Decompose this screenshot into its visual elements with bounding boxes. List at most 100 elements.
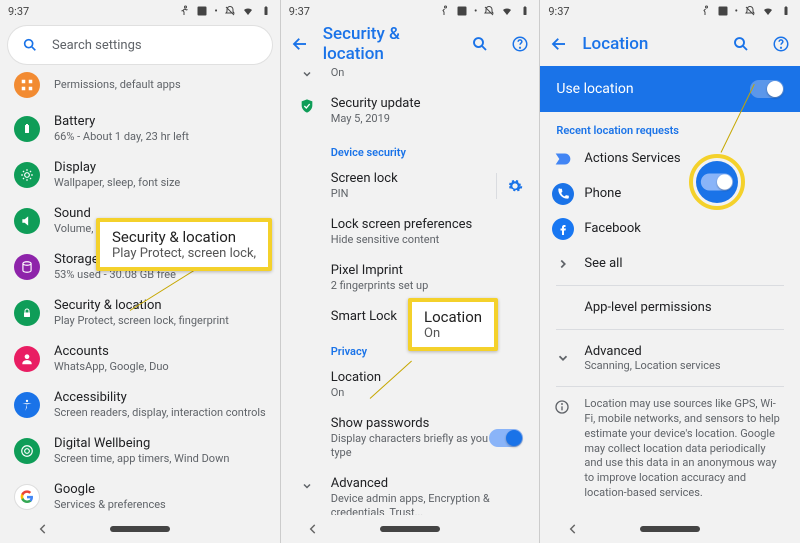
statusbar: 9:37 •: [540, 0, 800, 22]
item-title: Actions Services: [584, 151, 680, 166]
row-sub: 53% used - 30.08 GB free: [54, 268, 176, 282]
dnd-icon: [744, 5, 756, 17]
nav-back-icon[interactable]: [306, 522, 320, 536]
use-location-toggle[interactable]: [750, 80, 784, 98]
settings-row-accounts[interactable]: Accounts WhatsApp, Google, Duo: [0, 336, 280, 382]
battery-row-icon: [14, 116, 40, 142]
row-sub: WhatsApp, Google, Duo: [54, 360, 169, 374]
item-title: Pixel Imprint: [331, 263, 524, 279]
phone-icon: [552, 183, 574, 205]
recent-actions-services[interactable]: Actions Services: [540, 141, 800, 176]
search-icon[interactable]: [732, 35, 750, 53]
use-location-bar[interactable]: Use location: [540, 66, 800, 112]
location-list: Recent location requests Actions Service…: [540, 112, 800, 515]
row-sub: 66% - About 1 day, 23 hr left: [54, 130, 189, 144]
chevron-down-icon: [301, 480, 313, 492]
item-sub: PIN: [331, 187, 497, 201]
app-level-permissions[interactable]: App-level permissions: [540, 290, 800, 325]
wifi-icon: [242, 5, 254, 17]
recent-facebook[interactable]: Facebook: [540, 211, 800, 246]
search-icon[interactable]: [471, 35, 489, 53]
item-smart-lock[interactable]: Smart Lock: [281, 301, 540, 333]
item-show-passwords[interactable]: Show passwords Display characters briefl…: [281, 408, 540, 468]
notif-dot-icon: •: [735, 6, 738, 17]
item-screen-lock[interactable]: Screen lock PIN: [281, 163, 540, 209]
item-title: App-level permissions: [584, 300, 711, 315]
item-advanced[interactable]: Advanced Device admin apps, Encryption &…: [281, 468, 540, 515]
settings-row-security[interactable]: Security & location Play Protect, screen…: [0, 290, 280, 336]
navbar: [0, 515, 280, 543]
nav-home-pill[interactable]: [110, 526, 170, 532]
wifi-icon: [501, 5, 513, 17]
nav-back-icon[interactable]: [36, 522, 50, 536]
item-security-update[interactable]: Security update May 5, 2019: [281, 88, 540, 134]
section-privacy: Privacy: [281, 333, 540, 362]
search-settings[interactable]: Search settings: [8, 26, 272, 64]
row-title: Digital Wellbeing: [54, 436, 229, 452]
row-title: Accessibility: [54, 390, 266, 406]
dnd-icon: [483, 5, 495, 17]
location-info-text: Location may use sources like GPS, Wi-Fi…: [540, 391, 800, 507]
item-location[interactable]: Location On: [281, 362, 540, 408]
item-sub: May 5, 2019: [331, 112, 524, 126]
settings-row-wellbeing[interactable]: Digital Wellbeing Screen time, app timer…: [0, 428, 280, 474]
item-title: Screen lock: [331, 171, 497, 187]
settings-row-battery[interactable]: Battery 66% - About 1 day, 23 hr left: [0, 106, 280, 152]
row-title: Sound: [54, 206, 114, 222]
running-icon: [699, 5, 711, 17]
row-sub: Permissions, default apps: [54, 78, 181, 92]
help-icon[interactable]: [511, 35, 529, 53]
item-title: See all: [584, 256, 622, 271]
row-title: Storage: [54, 252, 176, 268]
screen-location: 9:37 • Location Use location Recent loca…: [540, 0, 800, 543]
shield-check-icon: [299, 98, 315, 114]
item-previous[interactable]: On: [281, 66, 540, 88]
battery-icon: [519, 5, 531, 17]
appbar: Location: [540, 22, 800, 66]
back-icon[interactable]: [291, 35, 309, 53]
item-advanced[interactable]: Advanced Scanning, Location services: [540, 334, 800, 382]
appbar-title: Location: [582, 34, 718, 54]
dnd-icon: [224, 5, 236, 17]
item-sub: Display characters briefly as you type: [331, 432, 490, 460]
nav-back-icon[interactable]: [566, 522, 580, 536]
appbar-title: Security & location: [323, 24, 458, 64]
storage-icon: [14, 254, 40, 280]
use-location-label: Use location: [556, 81, 633, 97]
gear-icon[interactable]: [507, 178, 523, 194]
navbar: [281, 515, 540, 543]
notif-dot-icon: •: [474, 6, 477, 17]
item-sub: Scanning, Location services: [584, 359, 720, 372]
settings-row-apps[interactable]: Permissions, default apps: [0, 72, 280, 106]
wifi-icon: [762, 5, 774, 17]
nav-home-pill[interactable]: [380, 526, 440, 532]
search-placeholder: Search settings: [52, 38, 142, 53]
show-passwords-toggle[interactable]: [489, 429, 523, 447]
battery-icon: [780, 5, 792, 17]
see-all[interactable]: See all: [540, 246, 800, 281]
settings-row-google[interactable]: Google Services & preferences: [0, 474, 280, 515]
notif-dot-icon: •: [214, 6, 217, 17]
settings-row-storage[interactable]: Storage 53% used - 30.08 GB free: [0, 244, 280, 290]
item-lock-screen-prefs[interactable]: Lock screen preferences Hide sensitive c…: [281, 209, 540, 255]
search-icon: [22, 37, 38, 53]
settings-row-display[interactable]: Display Wallpaper, sleep, font size: [0, 152, 280, 198]
item-title: Advanced: [331, 476, 524, 492]
section-device-security: Device security: [281, 134, 540, 163]
settings-row-accessibility[interactable]: Accessibility Screen readers, display, i…: [0, 382, 280, 428]
row-sub: Wallpaper, sleep, font size: [54, 176, 180, 190]
row-title: Accounts: [54, 344, 169, 360]
help-icon[interactable]: [772, 35, 790, 53]
back-icon[interactable]: [550, 35, 568, 53]
item-pixel-imprint[interactable]: Pixel Imprint 2 fingerprints set up: [281, 255, 540, 301]
facebook-icon: [552, 218, 574, 240]
item-title: Advanced: [584, 344, 720, 359]
nav-home-pill[interactable]: [640, 526, 700, 532]
settings-row-sound[interactable]: Sound Volume, vibr: [0, 198, 280, 244]
item-title: Phone: [584, 186, 621, 201]
recent-phone[interactable]: Phone: [540, 176, 800, 211]
item-sub: On: [331, 66, 524, 80]
row-sub: Screen time, app timers, Wind Down: [54, 452, 229, 466]
appbar: Security & location: [281, 22, 540, 66]
item-sub: On: [331, 386, 524, 400]
